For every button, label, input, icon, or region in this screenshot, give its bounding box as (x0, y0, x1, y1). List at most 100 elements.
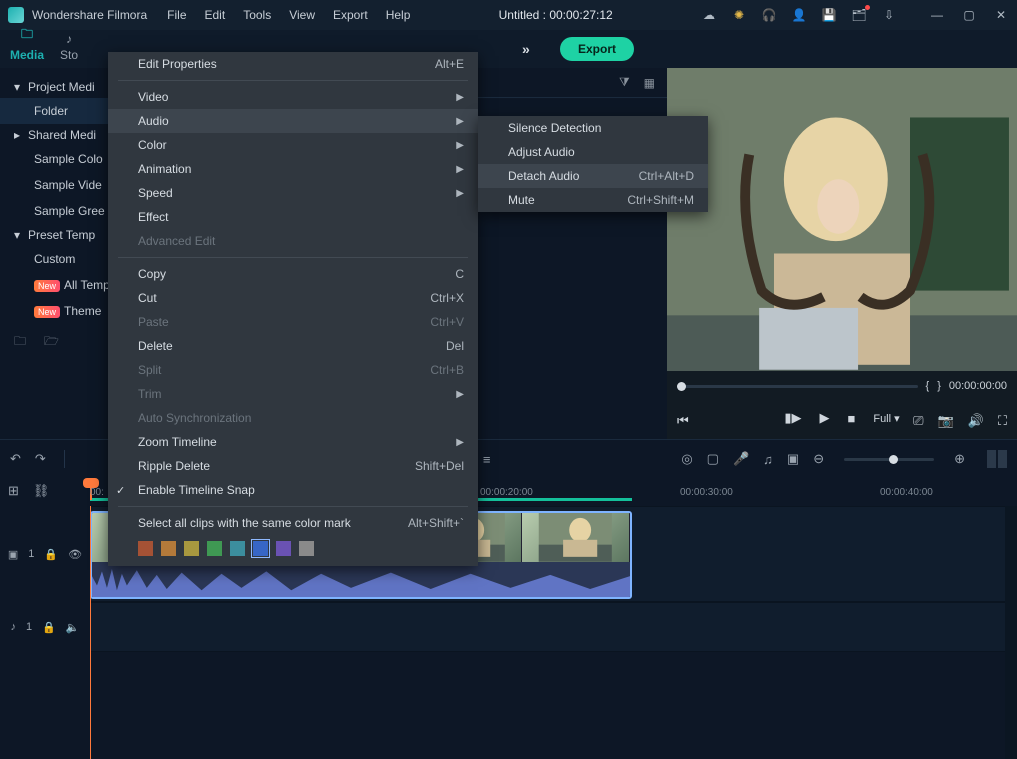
tabs-overflow-icon[interactable]: » (522, 41, 530, 57)
context-menu-item[interactable]: Speed▶ (108, 181, 478, 205)
menu-tools[interactable]: Tools (243, 8, 271, 22)
menu-file[interactable]: File (167, 8, 186, 22)
context-submenu-item[interactable]: Adjust Audio (478, 140, 708, 164)
crop-icon[interactable]: ▣ (787, 451, 799, 467)
preview-fit-dropdown[interactable]: Full ▾ (873, 412, 899, 425)
submenu-caret-icon: ▶ (456, 188, 464, 199)
record-icon[interactable]: ◎ (681, 451, 692, 467)
mark-out-brace[interactable]: } (937, 380, 941, 392)
context-submenu-item[interactable]: MuteCtrl+Shift+M (478, 188, 708, 212)
caret-down-icon: ▾ (14, 80, 22, 94)
context-submenu-item[interactable]: Silence Detection (478, 116, 708, 140)
shortcut-label: Ctrl+Alt+D (639, 169, 694, 183)
window-minimize-button[interactable]: — (929, 7, 945, 23)
grid-view-icon[interactable]: ▦ (644, 76, 655, 90)
context-menu-item[interactable]: DeleteDel (108, 334, 478, 358)
submenu-caret-icon: ▶ (456, 389, 464, 400)
shortcut-label: C (455, 267, 464, 281)
submenu-caret-icon: ▶ (456, 140, 464, 151)
shortcut-label: Alt+E (435, 57, 464, 71)
download-icon[interactable]: ⇩ (881, 7, 897, 23)
add-track-icon[interactable]: ⊞ (8, 483, 19, 499)
context-menu-item[interactable]: ✓Enable Timeline Snap (108, 478, 478, 502)
mark-in-brace[interactable]: { (926, 380, 930, 392)
video-track-header[interactable]: ▣1 🔒 👁 (0, 506, 90, 602)
context-submenu-audio: Silence DetectionAdjust AudioDetach Audi… (478, 116, 708, 212)
zoom-out-icon[interactable]: ⊖ (813, 451, 824, 467)
tab-media[interactable]: 🗀 Media (10, 25, 44, 68)
import-folder-icon[interactable]: 🗁 (44, 332, 59, 353)
context-menu-item[interactable]: Color ▶ (108, 133, 478, 157)
context-menu-item[interactable]: Audio▶ (108, 109, 478, 133)
menu-edit[interactable]: Edit (205, 8, 226, 22)
clip-audio-waveform (92, 562, 630, 597)
context-menu-label: Ripple Delete (138, 459, 210, 473)
speaker-icon[interactable]: 🔈 (66, 621, 80, 634)
context-menu-item[interactable]: Animation▶ (108, 157, 478, 181)
lock-icon[interactable]: 🔒 (42, 621, 56, 634)
link-icon[interactable]: ⛓ (33, 483, 50, 499)
context-submenu-item[interactable]: Detach Audio Ctrl+Alt+D (478, 164, 708, 188)
context-menu-item[interactable]: CopyC (108, 262, 478, 286)
music-note-icon[interactable]: ♫ (763, 452, 773, 467)
microphone-icon[interactable]: 🎤 (733, 451, 749, 467)
color-swatch[interactable] (299, 541, 314, 556)
shortcut-label: Alt+Shift+` (408, 516, 464, 530)
undo-icon[interactable]: ↶ (10, 451, 21, 467)
audio-track-icon: ♪ (10, 621, 16, 633)
snapshot-icon[interactable]: 📷 (938, 413, 954, 429)
step-back-icon[interactable]: ▮▶ (784, 410, 801, 426)
split-view-icon[interactable] (987, 450, 1007, 468)
new-badge: New (34, 280, 60, 292)
color-swatch[interactable] (253, 541, 268, 556)
context-menu-item[interactable]: Video▶ (108, 85, 478, 109)
save-icon[interactable]: 💾 (821, 7, 837, 23)
context-menu-item[interactable]: Select all clips with the same color mar… (108, 511, 478, 535)
eye-icon[interactable]: 👁 (68, 548, 82, 561)
color-swatch[interactable] (184, 541, 199, 556)
headphones-icon[interactable]: 🎧 (761, 7, 777, 23)
context-menu-label: Animation (138, 162, 191, 176)
context-menu-item[interactable]: Ripple DeleteShift+Del (108, 454, 478, 478)
context-menu-item[interactable]: CutCtrl+X (108, 286, 478, 310)
sparkle-icon[interactable]: ✺ (731, 7, 747, 23)
play-icon[interactable]: ▶ (819, 410, 829, 426)
voice-waveform-icon[interactable]: ≡ (483, 452, 491, 467)
menu-export[interactable]: Export (333, 8, 368, 22)
color-swatch[interactable] (161, 541, 176, 556)
fullscreen-icon[interactable]: ⛶ (998, 413, 1007, 429)
window-close-button[interactable]: ✕ (993, 7, 1009, 23)
shield-icon[interactable]: ▢ (707, 451, 719, 467)
account-icon[interactable]: 👤 (791, 7, 807, 23)
zoom-in-icon[interactable]: ⊕ (954, 451, 965, 467)
color-swatch[interactable] (138, 541, 153, 556)
context-menu-label: Color (138, 138, 167, 152)
new-folder-icon[interactable]: 🗀 (14, 332, 26, 353)
prev-frame-icon[interactable]: ⏮ (677, 413, 689, 429)
color-swatch[interactable] (207, 541, 222, 556)
context-menu-item[interactable]: Edit PropertiesAlt+E (108, 52, 478, 76)
redo-icon[interactable]: ↷ (35, 451, 46, 467)
context-menu-item: Trim▶ (108, 382, 478, 406)
color-swatch[interactable] (276, 541, 291, 556)
cloud-icon[interactable]: ☁ (701, 7, 717, 23)
export-button[interactable]: Export (560, 37, 634, 61)
volume-icon[interactable]: 🔊 (968, 413, 984, 429)
preview-seekbar[interactable] (677, 385, 918, 388)
stop-icon[interactable]: ■ (847, 411, 855, 426)
color-swatch[interactable] (230, 541, 245, 556)
zoom-slider[interactable] (844, 458, 934, 461)
notification-icon[interactable]: 🗂 (851, 7, 867, 23)
context-menu-label: Detach Audio (508, 169, 579, 183)
filter-icon[interactable]: ⧩ (619, 75, 630, 90)
tab-stock[interactable]: ♪ Sto (60, 32, 78, 68)
menu-help[interactable]: Help (386, 8, 411, 22)
context-menu-item[interactable]: Zoom Timeline▶ (108, 430, 478, 454)
lock-icon[interactable]: 🔒 (44, 548, 58, 561)
audio-track-header[interactable]: ♪1 🔒 🔈 (0, 602, 90, 652)
display-icon[interactable]: ⎚ (913, 413, 923, 429)
timeline-scrollbar[interactable] (1005, 506, 1017, 759)
menu-view[interactable]: View (289, 8, 315, 22)
context-menu-item[interactable]: Effect (108, 205, 478, 229)
window-maximize-button[interactable]: ▢ (961, 7, 977, 23)
